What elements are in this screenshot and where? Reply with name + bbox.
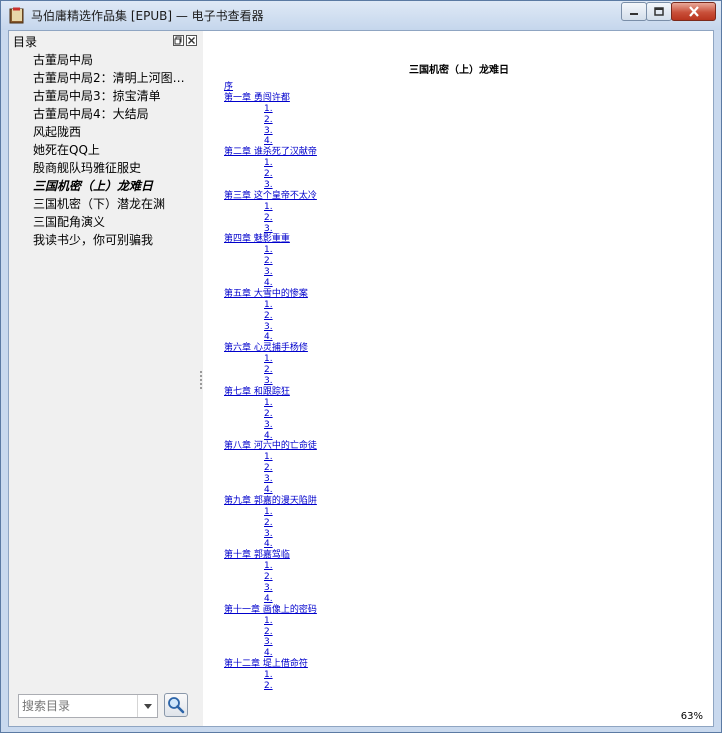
section-link[interactable]: 1. xyxy=(224,616,317,627)
section-link[interactable]: 2. xyxy=(224,311,317,322)
title-bar[interactable]: 马伯庸精选作品集 [EPUB] — 电子书查看器 xyxy=(1,1,721,30)
section-link[interactable]: 4. xyxy=(224,648,317,659)
section-link[interactable]: 2. xyxy=(224,213,317,224)
toc-header: 目录 xyxy=(13,35,38,49)
section-link[interactable]: 2. xyxy=(224,409,317,420)
chapter-link[interactable]: 第二章 谁杀死了汉献帝 xyxy=(224,147,317,158)
chevron-down-icon xyxy=(143,703,152,709)
toc-item[interactable]: 古董局中局2：清明上河图… xyxy=(33,69,193,87)
toc-item[interactable]: 风起陇西 xyxy=(33,123,193,141)
section-link[interactable]: 4. xyxy=(224,431,317,442)
toc-sidebar: 目录 古董局中局 古董局中局2：清明上河图… 古董局中局3：掠宝清单 古董局中局4：大… xyxy=(9,31,203,726)
toc-item[interactable]: 她死在QQ上 xyxy=(33,141,193,159)
close-icon xyxy=(688,6,699,17)
toc-item[interactable]: 古董局中局3：掠宝清单 xyxy=(33,87,193,105)
section-link[interactable]: 2. xyxy=(224,681,317,692)
window-title: 马伯庸精选作品集 [EPUB] — 电子书查看器 xyxy=(31,9,264,23)
section-link[interactable]: 1. xyxy=(224,670,317,681)
main-area: 目录 古董局中局 古董局中局2：清明上河图… 古董局中局3：掠宝清单 古董局中局4：大… xyxy=(8,30,714,727)
toc-search-input[interactable] xyxy=(22,696,138,716)
chapter-link[interactable]: 第十二章 堤上借命符 xyxy=(224,659,317,670)
chapter-link[interactable]: 第十一章 画像上的密码 xyxy=(224,605,317,616)
chapter-link[interactable]: 第四章 魅影重重 xyxy=(224,234,317,245)
restore-icon xyxy=(174,36,182,45)
chapter-link[interactable]: 第五章 大雪中的惨案 xyxy=(224,289,317,300)
section-link[interactable]: 3. xyxy=(224,637,317,648)
section-link[interactable]: 2. xyxy=(224,169,317,180)
section-link[interactable]: 1. xyxy=(224,354,317,365)
section-link[interactable]: 3. xyxy=(224,376,317,387)
section-link[interactable]: 2. xyxy=(224,115,317,126)
section-link[interactable]: 1. xyxy=(224,202,317,213)
chapter-link[interactable]: 第七章 和跟踪狂 xyxy=(224,387,317,398)
maximize-icon xyxy=(654,7,664,16)
book-title: 三国机密（上）龙难日 xyxy=(409,65,509,76)
toc-item[interactable]: 三国配角演义 xyxy=(33,213,193,231)
close-panel-button[interactable] xyxy=(186,35,197,46)
chapter-link[interactable]: 第八章 河六中的亡命徒 xyxy=(224,441,317,452)
section-link[interactable]: 1. xyxy=(224,158,317,169)
section-link[interactable]: 1. xyxy=(224,245,317,256)
toc-list: 古董局中局 古董局中局2：清明上河图… 古董局中局3：掠宝清单 古董局中局4：大结局风… xyxy=(33,51,193,249)
toc-item[interactable]: 三国机密（上）龙难日 xyxy=(33,177,193,195)
chapter-contents-list: 序 第一章 勇闯许都 1. 2. 3. 4. 第二章 谁杀死了汉献帝 1. 2. 3. 第三章 这… xyxy=(224,82,317,692)
section-link[interactable]: 4. xyxy=(224,332,317,343)
chapter-link[interactable]: 第三章 这个皇帝不太冷 xyxy=(224,191,317,202)
section-link[interactable]: 3. xyxy=(224,583,317,594)
section-link[interactable]: 3. xyxy=(224,267,317,278)
section-link[interactable]: 4. xyxy=(224,539,317,550)
search-history-dropdown[interactable] xyxy=(137,695,157,717)
section-link[interactable]: 3. xyxy=(224,224,317,235)
section-link[interactable]: 2. xyxy=(224,365,317,376)
close-icon xyxy=(188,37,195,44)
section-link[interactable]: 4. xyxy=(224,485,317,496)
maximize-button[interactable] xyxy=(646,2,672,21)
section-link[interactable]: 3. xyxy=(224,180,317,191)
section-link[interactable]: 1. xyxy=(224,452,317,463)
splitter-handle[interactable] xyxy=(200,371,202,389)
toc-item[interactable]: 古董局中局4：大结局 xyxy=(33,105,193,123)
section-link[interactable]: 1. xyxy=(224,398,317,409)
section-link[interactable]: 4. xyxy=(224,278,317,289)
app-window: 马伯庸精选作品集 [EPUB] — 电子书查看器 目录 古董局中局 古董局中局2… xyxy=(0,0,722,733)
minimize-icon xyxy=(630,12,638,15)
search-button[interactable] xyxy=(164,693,188,717)
section-link[interactable]: 3. xyxy=(224,126,317,137)
section-link[interactable]: 1. xyxy=(224,561,317,572)
section-link[interactable]: 4. xyxy=(224,594,317,605)
toc-search-box xyxy=(18,694,158,718)
section-link[interactable]: 1. xyxy=(224,300,317,311)
section-link[interactable]: 3. xyxy=(224,420,317,431)
search-icon xyxy=(168,697,185,714)
section-link[interactable]: 2. xyxy=(224,627,317,638)
section-link[interactable]: 3. xyxy=(224,322,317,333)
toc-item[interactable]: 三国机密（下）潜龙在渊 xyxy=(33,195,193,213)
close-button[interactable] xyxy=(671,2,716,21)
chapter-link[interactable]: 第六章 心灵捕手杨修 xyxy=(224,343,317,354)
section-link[interactable]: 2. xyxy=(224,463,317,474)
section-link[interactable]: 2. xyxy=(224,256,317,267)
section-link[interactable]: 4. xyxy=(224,136,317,147)
zoom-level: 63% xyxy=(680,711,703,722)
section-link[interactable]: 2. xyxy=(224,518,317,529)
minimize-button[interactable] xyxy=(621,2,647,21)
section-link[interactable]: 3. xyxy=(224,529,317,540)
section-link[interactable]: 2. xyxy=(224,572,317,583)
chapter-link[interactable]: 第九章 郭嘉的漫天陷阱 xyxy=(224,496,317,507)
section-link[interactable]: 3. xyxy=(224,474,317,485)
toc-item[interactable]: 我读书少，你可别骗我 xyxy=(33,231,193,249)
toc-item[interactable]: 古董局中局 xyxy=(33,51,193,69)
chapter-link[interactable]: 第一章 勇闯许都 xyxy=(224,93,317,104)
section-link[interactable]: 1. xyxy=(224,104,317,115)
book-app-icon xyxy=(9,7,24,24)
section-link[interactable]: 1. xyxy=(224,507,317,518)
preface-link[interactable]: 序 xyxy=(224,82,317,93)
book-content-view[interactable]: 三国机密（上）龙难日 序 第一章 勇闯许都 1. 2. 3. 4. 第二章 谁杀死了汉献帝… xyxy=(203,31,713,726)
float-panel-button[interactable] xyxy=(173,35,184,46)
toc-item[interactable]: 殷商舰队玛雅征服史 xyxy=(33,159,193,177)
chapter-link[interactable]: 第十章 郭嘉驾临 xyxy=(224,550,317,561)
